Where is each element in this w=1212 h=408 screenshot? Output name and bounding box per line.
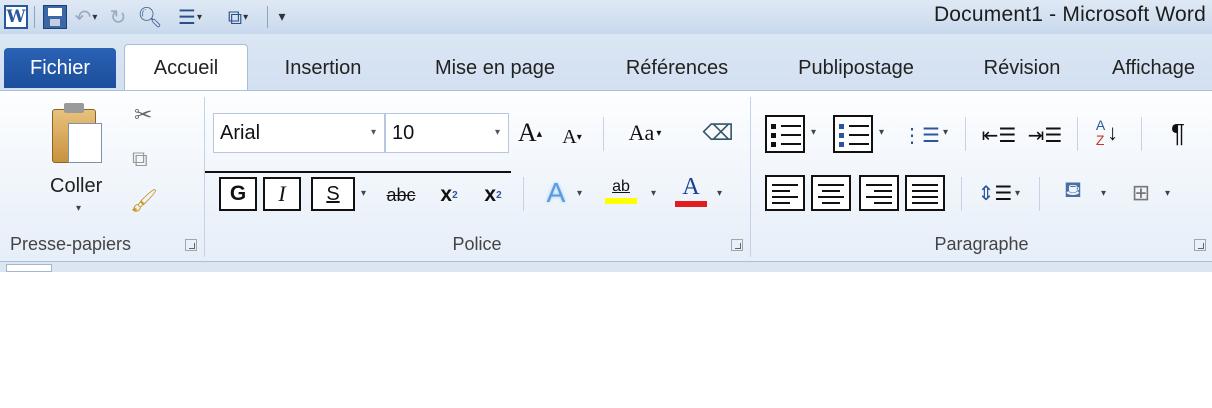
word-app-icon[interactable]: W <box>4 4 28 30</box>
multilevel-list-icon[interactable]: ⋮☰ <box>901 117 941 153</box>
copy-icon[interactable]: ⧉ <box>132 147 148 172</box>
bullets-icon[interactable] <box>765 115 805 153</box>
increase-indent-icon[interactable]: ⇥☰ <box>1027 117 1063 153</box>
underline-button[interactable]: S <box>311 177 355 211</box>
group-font: Arial ▾ 10 ▾ A ▴ A ▾ Aa ▾ ⌫ G I S ▾ abc x2 … <box>205 91 749 261</box>
tab-mise-en-page[interactable]: Mise en page <box>416 46 574 90</box>
font-launcher-icon[interactable] <box>731 239 743 251</box>
quick-access-toolbar: W ↶ ▾ ↻ 🔍︎ ☰ ▾ ⧉ ▾ ▾ <box>4 3 290 31</box>
clear-format-icon[interactable]: ⌫ <box>701 115 735 151</box>
decrease-indent-icon[interactable]: ⇤☰ <box>981 117 1017 153</box>
customize-qat-icon[interactable]: ▾ <box>274 4 290 30</box>
shading-dropdown-arrow[interactable]: ▾ <box>1101 188 1106 199</box>
strikethrough-button[interactable]: abc <box>381 177 421 213</box>
subscript-button[interactable]: x2 <box>433 177 465 213</box>
save-icon[interactable] <box>41 4 69 30</box>
word-window: W ↶ ▾ ↻ 🔍︎ ☰ ▾ ⧉ ▾ ▾ Document1 - Microsoft … <box>0 0 1212 272</box>
paragraph-separator <box>1077 117 1078 151</box>
qat-separator <box>34 6 35 28</box>
group-label-font: Police <box>452 234 502 254</box>
redo-icon[interactable]: ↻ <box>103 4 133 30</box>
font-separator <box>603 117 604 151</box>
window-title: Document1 - Microsoft Word <box>933 3 1206 26</box>
qat-separator <box>267 6 268 28</box>
font-name-value: Arial <box>220 121 261 144</box>
bold-button[interactable]: G <box>219 177 257 211</box>
line-spacing-dropdown-arrow[interactable]: ▾ <box>1015 188 1020 199</box>
italic-button[interactable]: I <box>263 177 301 211</box>
format-painter-icon[interactable]: 🖌︎ <box>130 189 158 214</box>
format-row-top-border <box>205 171 511 173</box>
highlight-icon[interactable]: ab <box>603 173 639 209</box>
multilevel-dropdown-arrow[interactable]: ▾ <box>943 127 948 138</box>
paragraph-separator <box>1141 117 1142 151</box>
shading-icon[interactable]: ⛾ <box>1053 173 1093 209</box>
ribbon-tabs: Fichier Accueil Insertion Mise en page R… <box>0 34 1212 91</box>
shapes-icon[interactable]: ⧉ ▾ <box>215 4 261 30</box>
superscript-button[interactable]: x2 <box>477 177 509 213</box>
tab-insertion[interactable]: Insertion <box>262 46 384 90</box>
font-size-combo[interactable]: 10 ▾ <box>385 113 509 153</box>
text-effects-dropdown-arrow[interactable]: ▾ <box>577 188 582 199</box>
paragraph-separator <box>961 177 962 211</box>
cut-icon[interactable]: ✂ <box>134 103 152 128</box>
tab-fichier[interactable]: Fichier <box>4 48 116 88</box>
title-bar: W ↶ ▾ ↻ 🔍︎ ☰ ▾ ⧉ ▾ ▾ Document1 - Microsoft … <box>0 0 1212 34</box>
numbering-dropdown-arrow[interactable]: ▾ <box>879 127 884 138</box>
paragraph-separator <box>1039 177 1040 211</box>
show-marks-icon[interactable]: ¶ <box>1153 115 1203 151</box>
group-label-paragraph: Paragraphe <box>934 234 1029 254</box>
tab-affichage[interactable]: Affichage <box>1112 46 1212 90</box>
font-size-value: 10 <box>392 121 415 144</box>
align-right-icon[interactable] <box>859 175 899 211</box>
font-color-icon[interactable]: A <box>673 173 709 209</box>
ruler-strip <box>0 262 1212 272</box>
tab-references[interactable]: Références <box>608 46 746 90</box>
font-color-dropdown-arrow[interactable]: ▾ <box>717 188 722 199</box>
change-case-button[interactable]: Aa ▾ <box>619 115 671 151</box>
chevron-down-icon: ▾ <box>494 127 500 138</box>
grow-font-button[interactable]: A ▴ <box>513 115 547 151</box>
paste-button-label[interactable]: Coller <box>50 175 102 198</box>
sort-icon[interactable]: A Z ↓ <box>1089 115 1125 151</box>
tab-publipostage[interactable]: Publipostage <box>778 46 934 90</box>
paragraph-separator <box>965 117 966 151</box>
line-spacing-icon[interactable]: ⇕ ☰ <box>975 175 1015 211</box>
group-label-clipboard: Presse-papiers <box>10 234 132 254</box>
font-separator <box>523 177 524 211</box>
ruler-toggle[interactable] <box>6 264 52 272</box>
ribbon-home: Coller ▾ ✂ ⧉ 🖌︎ Presse-papiers Arial ▾ 1… <box>0 90 1212 262</box>
justify-icon[interactable] <box>905 175 945 211</box>
tab-accueil[interactable]: Accueil <box>124 44 248 91</box>
paste-dropdown-arrow[interactable]: ▾ <box>76 203 81 214</box>
borders-dropdown-arrow[interactable]: ▾ <box>1165 188 1170 199</box>
print-preview-icon[interactable]: 🔍︎ <box>135 4 165 30</box>
bullets-dropdown-arrow[interactable]: ▾ <box>811 127 816 138</box>
highlight-dropdown-arrow[interactable]: ▾ <box>651 188 656 199</box>
shrink-font-button[interactable]: A ▾ <box>555 119 589 155</box>
font-name-combo[interactable]: Arial ▾ <box>213 113 385 153</box>
group-paragraph: ▾ ▾ ⋮☰ ▾ ⇤☰ ⇥☰ A Z ↓ ¶ ⇕ ☰ ▾ ⛾ ▾ ⊞ ▾ Par… <box>751 91 1212 261</box>
undo-icon[interactable]: ↶ ▾ <box>71 4 101 30</box>
align-left-icon[interactable] <box>765 175 805 211</box>
paragraph-launcher-icon[interactable] <box>1194 239 1206 251</box>
tab-revision[interactable]: Révision <box>966 46 1078 90</box>
group-clipboard: Coller ▾ ✂ ⧉ 🖌︎ Presse-papiers <box>0 91 203 261</box>
center-icon[interactable] <box>811 175 851 211</box>
chevron-down-icon: ▾ <box>370 127 376 138</box>
clipboard-launcher-icon[interactable] <box>185 239 197 251</box>
underline-dropdown-arrow[interactable]: ▾ <box>361 188 366 199</box>
paste-icon[interactable] <box>52 103 104 163</box>
borders-icon[interactable]: ⊞ <box>1123 175 1159 211</box>
text-effects-icon[interactable]: A <box>539 175 573 211</box>
numbering-icon[interactable] <box>833 115 873 153</box>
bullets-icon[interactable]: ☰ ▾ <box>167 4 213 30</box>
